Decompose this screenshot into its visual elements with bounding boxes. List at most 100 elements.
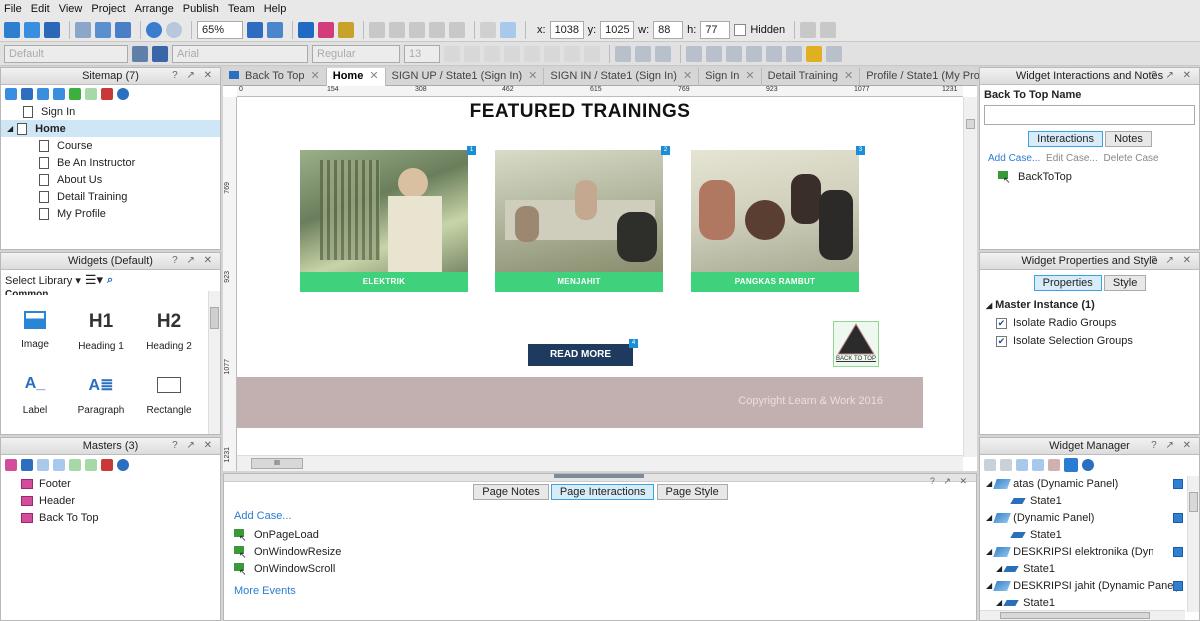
add-folder-icon[interactable] [21, 459, 33, 471]
panel-controls[interactable]: ? ↗ ✕ [172, 438, 215, 454]
menu-publish[interactable]: Publish [183, 3, 219, 15]
align-bottom-icon[interactable] [655, 45, 671, 62]
add-case-link[interactable]: Add Case... [988, 153, 1040, 164]
collapse-icon[interactable]: ◢ [7, 124, 13, 133]
close-icon[interactable]: ✕ [745, 70, 754, 82]
panel-controls[interactable]: ? ↗ ✕ [1151, 68, 1194, 84]
horizontal-scrollbar[interactable]: III [237, 455, 963, 471]
collapse-icon[interactable]: ◢ [986, 301, 992, 310]
training-card-menjahit[interactable]: MENJAHIT [495, 150, 663, 292]
menu-icon[interactable]: ☰▾ [85, 272, 103, 288]
read-more-button[interactable]: READ MORE [528, 344, 633, 366]
line-style-icon[interactable] [500, 21, 516, 38]
tab-sign-up-state1[interactable]: SIGN UP / State1 (Sign In) ✕ [386, 68, 545, 86]
collapse-icon[interactable]: ◢ [996, 598, 1002, 607]
ungroup-icon[interactable] [746, 45, 762, 62]
collapse-icon[interactable]: ◢ [986, 581, 992, 590]
search-icon[interactable] [117, 459, 129, 471]
collapse-icon[interactable]: ◢ [986, 513, 992, 522]
bold-icon[interactable] [444, 45, 460, 62]
delete-icon[interactable] [101, 459, 113, 471]
sitemap-item-my-profile[interactable]: My Profile [1, 205, 220, 222]
wm-row-state[interactable]: State1 [980, 526, 1199, 543]
publish-icon[interactable] [338, 21, 354, 38]
visibility-icon[interactable] [1173, 478, 1183, 489]
tab-back-to-top[interactable]: Back To Top ✕ [223, 68, 327, 86]
tab-home[interactable]: Home ✕ [326, 68, 386, 86]
menu-project[interactable]: Project [91, 3, 125, 15]
panel-controls[interactable]: ? ↗ ✕ [172, 253, 215, 269]
align-icon[interactable] [389, 21, 405, 38]
wm-row-deskripsi-elektronika[interactable]: ◢ DESKRIPSI elektronika (Dynamic Par [980, 543, 1199, 560]
delete-case-link[interactable]: Delete Case [1104, 153, 1159, 164]
panel-controls[interactable]: ? ↗ ✕ [1151, 438, 1194, 454]
collapse-icon[interactable]: ◢ [996, 564, 1002, 573]
scrollbar-thumb[interactable]: III [251, 458, 303, 469]
menu-edit[interactable]: Edit [31, 3, 50, 15]
share-icon[interactable] [318, 21, 334, 38]
add-state-icon[interactable] [984, 459, 996, 471]
vertical-scrollbar[interactable] [963, 97, 977, 457]
group-icon[interactable] [726, 45, 742, 62]
line-color-icon[interactable] [449, 21, 465, 38]
unlock-icon[interactable] [826, 45, 842, 62]
wm-row-state[interactable]: State1 [980, 492, 1199, 509]
widget-image[interactable]: Image [5, 311, 65, 350]
tab-sign-in[interactable]: Sign In ✕ [699, 68, 762, 86]
style-edit-icon[interactable] [132, 45, 148, 62]
tab-style[interactable]: Style [1103, 275, 1147, 291]
checked-checkbox-icon[interactable]: ✔ [996, 335, 1007, 347]
select-mode-icon[interactable] [247, 21, 263, 38]
move-up-icon[interactable] [37, 459, 49, 471]
indent-icon[interactable] [69, 459, 81, 471]
w-field[interactable]: 88 [653, 20, 684, 39]
menu-help[interactable]: Help [264, 3, 287, 15]
move-down-icon[interactable] [1032, 459, 1044, 471]
sitemap-item-be-an-instructor[interactable]: Be An Instructor [1, 154, 220, 171]
lock-icon[interactable] [806, 45, 822, 62]
font-family-select[interactable]: Arial [172, 44, 308, 63]
tab-page-style[interactable]: Page Style [656, 484, 728, 500]
event-onwindowscroll[interactable]: ↖ OnWindowScroll [224, 560, 976, 577]
tab-detail-training[interactable]: Detail Training ✕ [762, 68, 861, 86]
bullets-icon[interactable] [564, 45, 580, 62]
close-icon[interactable]: ✕ [528, 70, 537, 82]
italic-icon[interactable] [464, 45, 480, 62]
wm-row-state[interactable]: ◢ State1 [980, 560, 1199, 577]
tab-sign-in-state1[interactable]: SIGN IN / State1 (Sign In) ✕ [544, 68, 700, 86]
wm-row-unnamed-panel[interactable]: ◢ (Dynamic Panel) [980, 509, 1199, 526]
redo-icon[interactable] [166, 21, 182, 38]
align-middle-icon[interactable] [635, 45, 651, 62]
add-folder-icon[interactable] [21, 88, 33, 100]
select-library-dropdown[interactable]: Select Library ▾ [5, 274, 81, 287]
sitemap-item-course[interactable]: Course [1, 137, 220, 154]
close-icon[interactable]: ✕ [369, 70, 378, 82]
add-case-link[interactable]: Add Case... [234, 510, 976, 522]
save-icon[interactable] [44, 21, 60, 38]
indent-icon[interactable] [69, 88, 81, 100]
distribute-h-icon[interactable] [766, 45, 782, 62]
menu-file[interactable]: File [4, 3, 22, 15]
new-icon[interactable] [4, 21, 20, 38]
hidden-checkbox[interactable] [734, 23, 747, 36]
arrange-icon[interactable] [369, 21, 385, 38]
panel-controls[interactable]: ? ↗ ✕ [172, 68, 215, 84]
visibility-icon[interactable] [1173, 512, 1183, 523]
move-down-icon[interactable] [53, 459, 65, 471]
open-icon[interactable] [24, 21, 40, 38]
panel-controls[interactable]: ? ↗ ✕ [1151, 253, 1194, 269]
close-icon[interactable]: ✕ [311, 70, 320, 82]
wm-row-atas-panel[interactable]: ◢ atas (Dynamic Panel) [980, 475, 1199, 492]
align-left-icon[interactable] [504, 45, 520, 62]
cut-icon[interactable] [75, 21, 91, 38]
style-select[interactable]: Default [4, 44, 128, 63]
case-backtotop[interactable]: ↖ BackToTop [980, 168, 1199, 185]
font-weight-select[interactable]: Regular [312, 44, 400, 63]
widget-heading-1[interactable]: H1 Heading 1 [71, 311, 131, 352]
widget-heading-2[interactable]: H2 Heading 2 [139, 311, 199, 352]
undo-icon[interactable] [146, 21, 162, 38]
visibility-icon[interactable] [1173, 546, 1183, 557]
copy-icon[interactable] [95, 21, 111, 38]
y-field[interactable]: 1025 [600, 20, 635, 39]
master-instance-section[interactable]: ◢ Master Instance (1) [986, 299, 1199, 311]
